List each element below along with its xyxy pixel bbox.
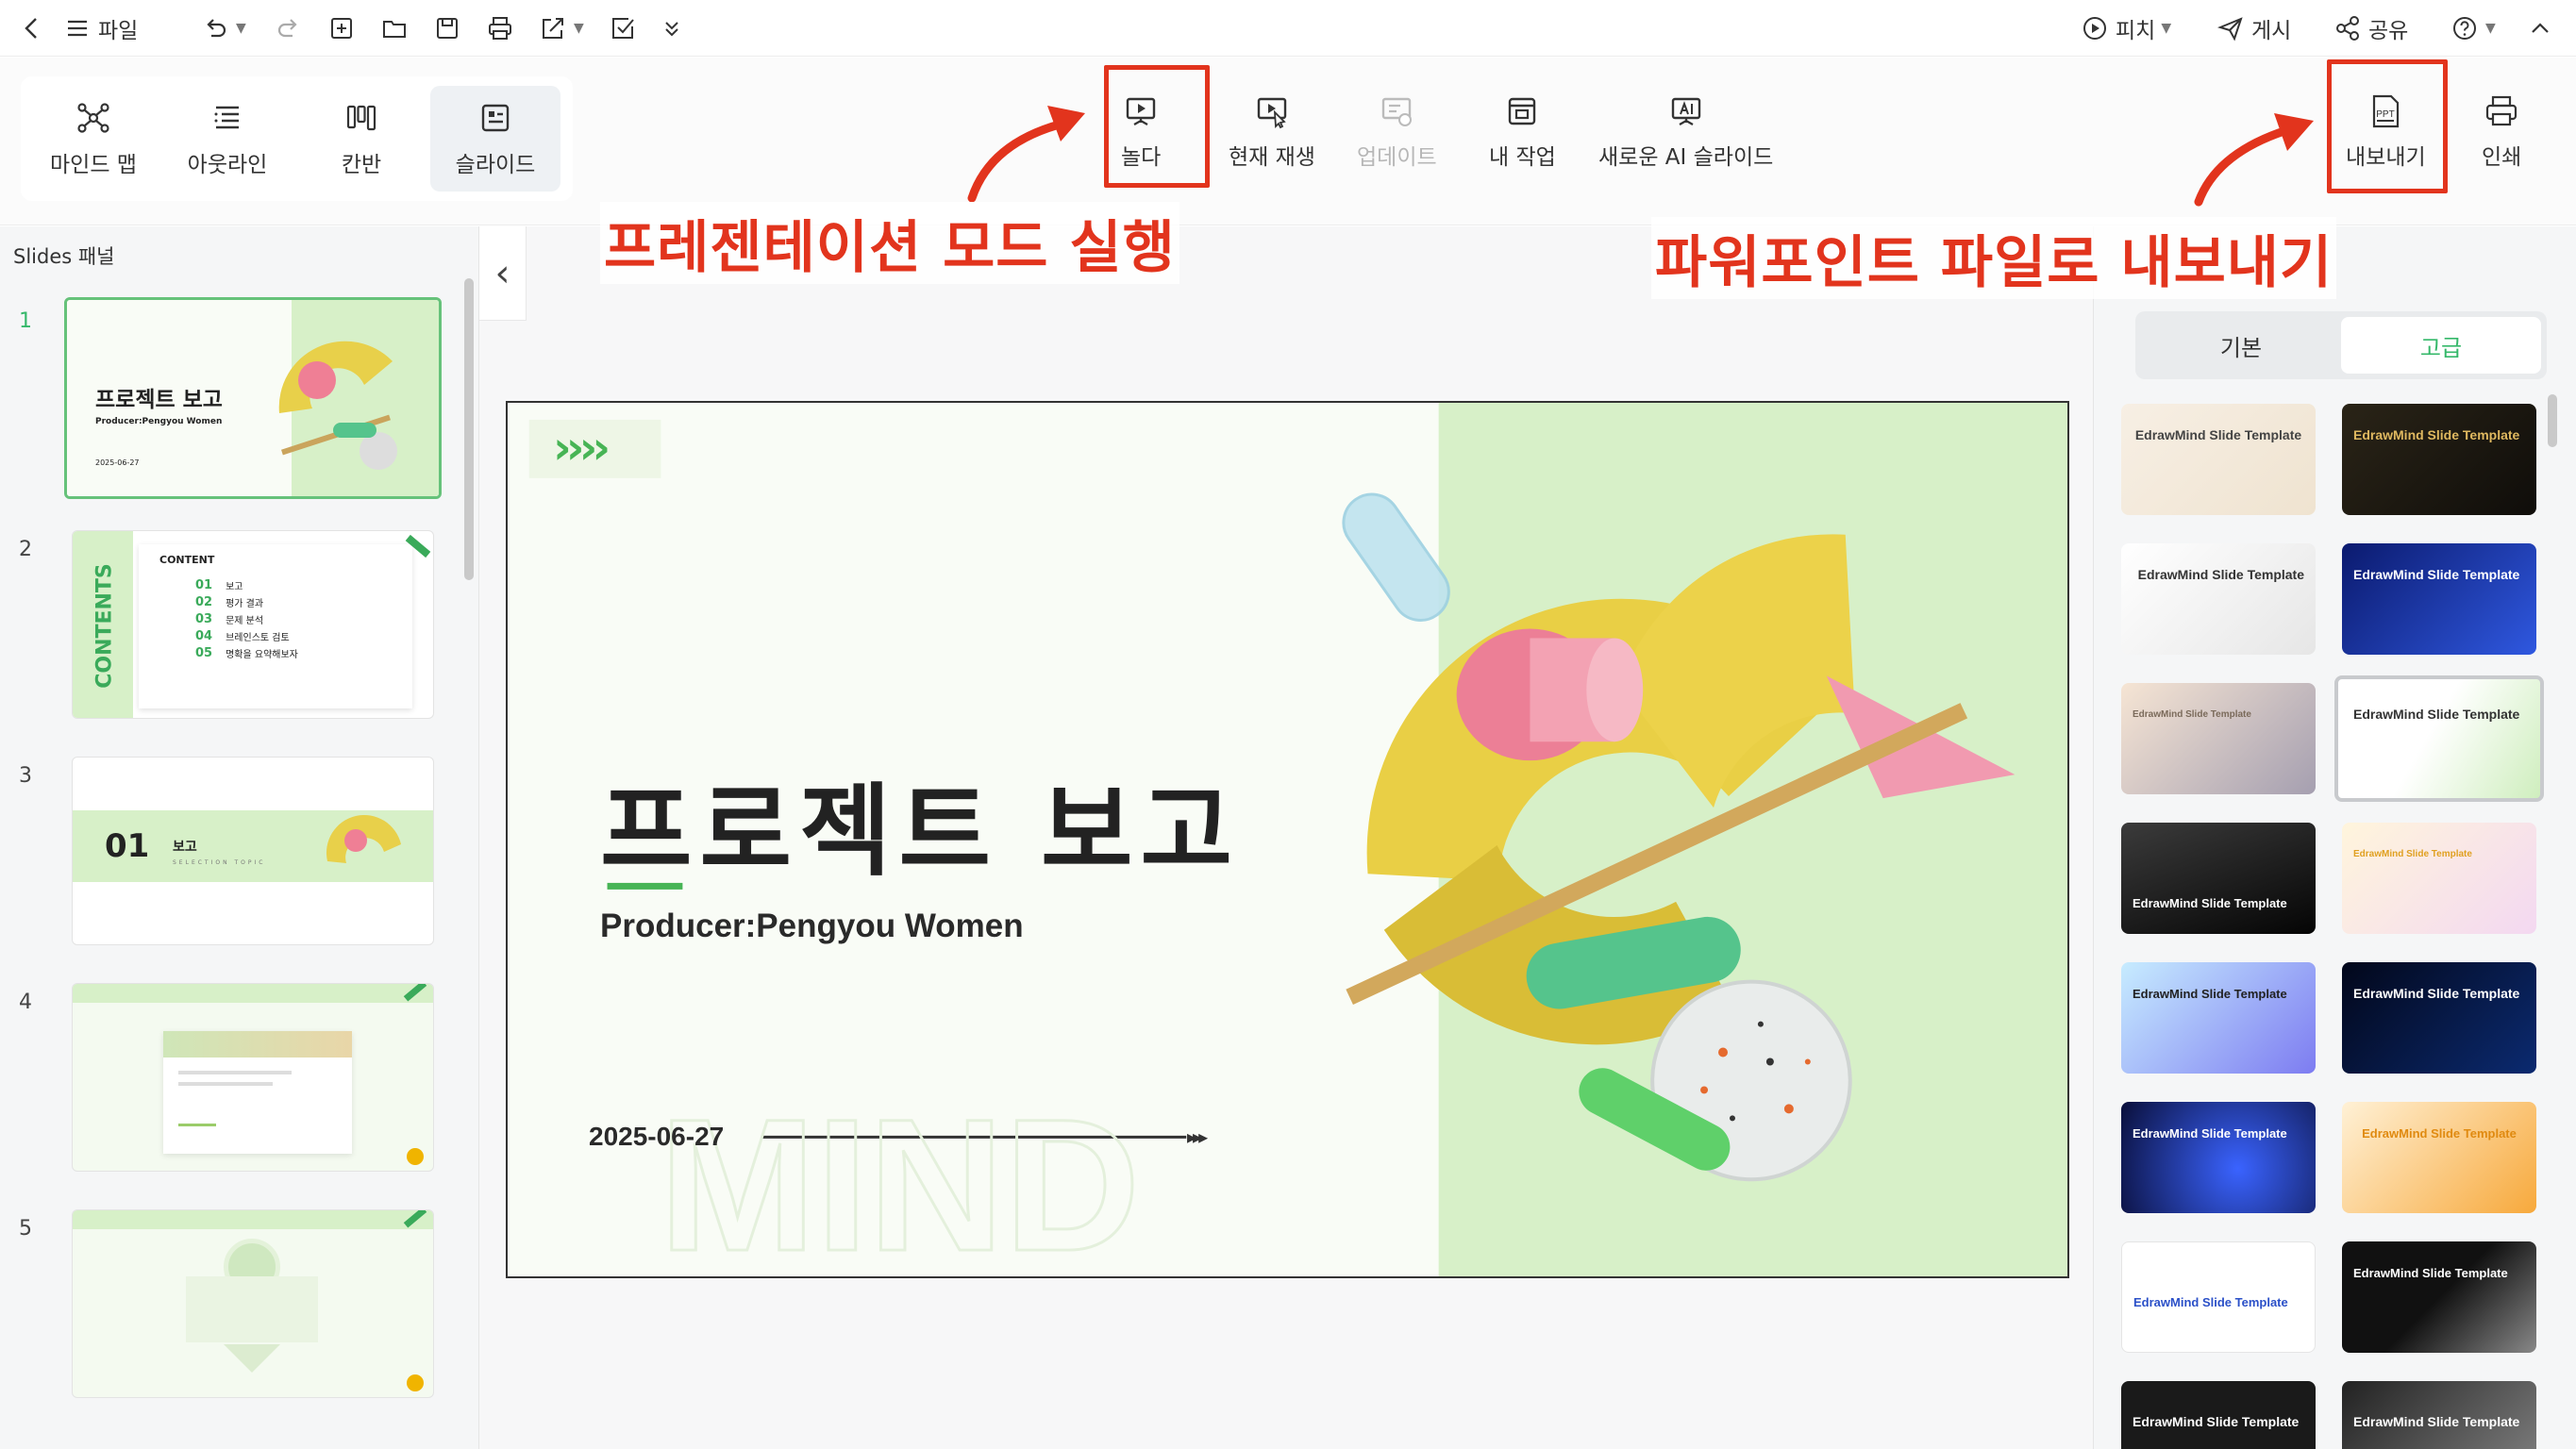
annotation-export-ppt: 파워포인트 파일로 내보내기	[1651, 217, 2337, 299]
arrow-to-export	[2194, 124, 2298, 207]
arrow-to-play	[967, 118, 1071, 203]
annotation-presentation-mode: 프레젠테이션 모드 실행	[600, 202, 1179, 284]
